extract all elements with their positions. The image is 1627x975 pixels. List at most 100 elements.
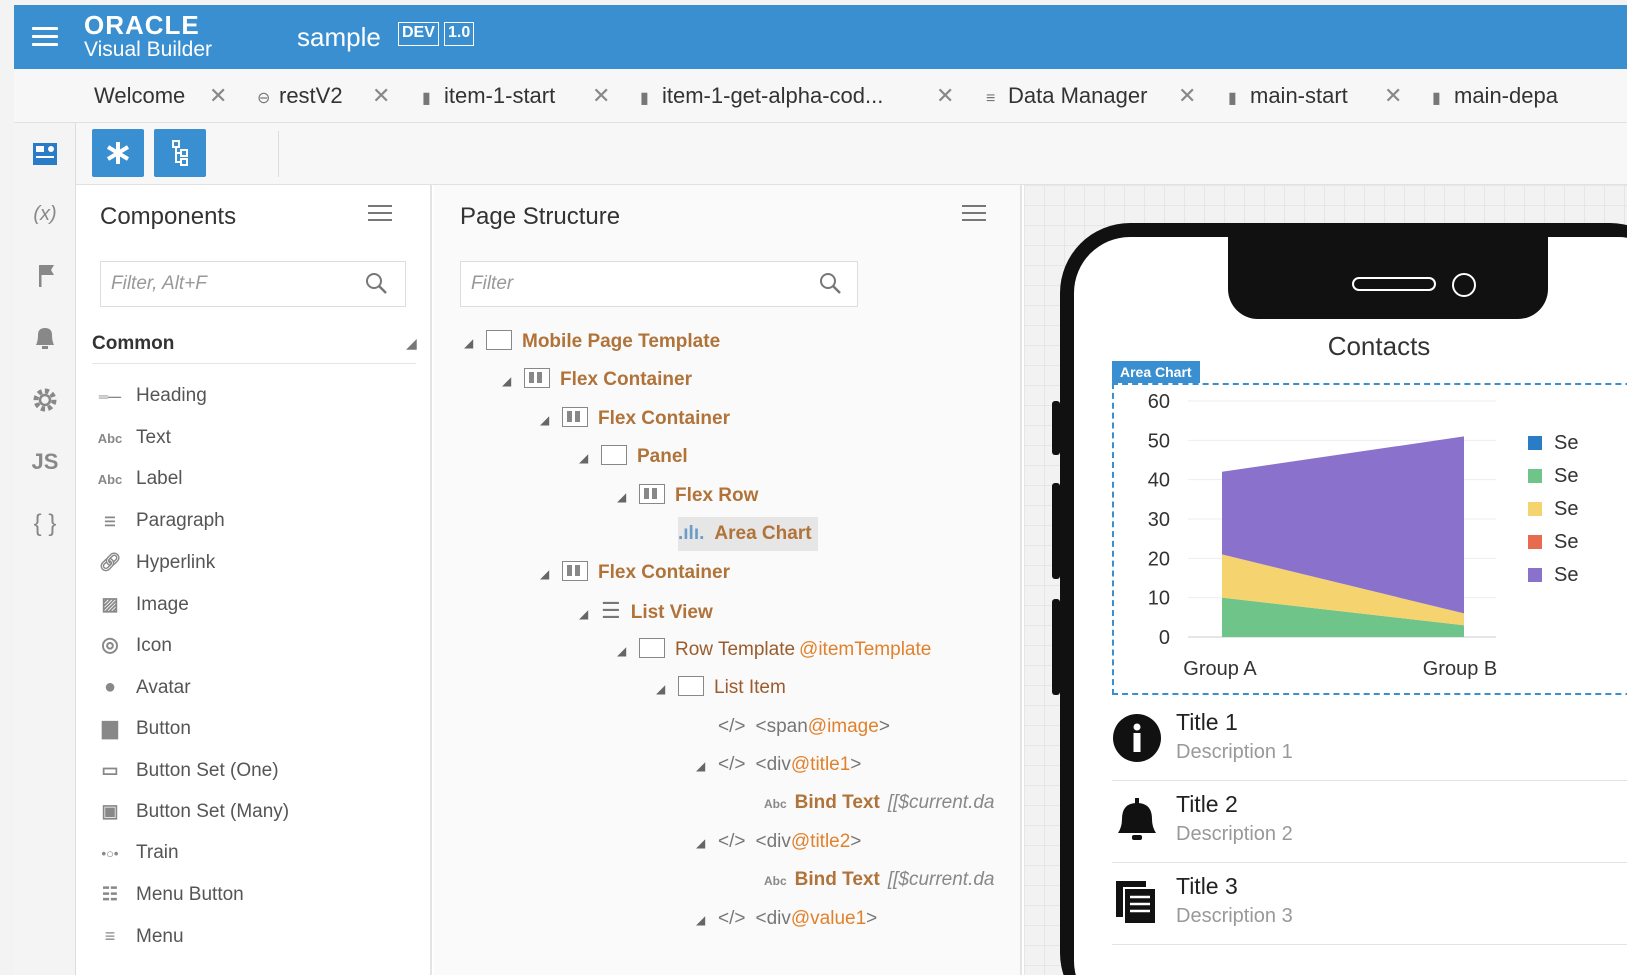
tree-node-bind-text[interactable]: Abc Bind Text [[$current.da <box>764 863 995 897</box>
component-avatar[interactable]: ● Avatar <box>96 672 191 702</box>
tree-node-flex-container[interactable]: ◢ Flex Container <box>540 556 730 590</box>
structure-filter-input[interactable]: Filter <box>460 261 858 307</box>
component-train[interactable]: •○• Train <box>96 838 179 868</box>
y-tick-label: 30 <box>1148 509 1170 531</box>
tree-node-div-value1[interactable]: ◢ </> <div@value1> <box>696 902 877 936</box>
design-canvas[interactable]: Contacts Area Chart 0 10 20 30 40 50 60 Group A… <box>1024 185 1627 975</box>
component-button[interactable]: ▆ Button <box>96 713 191 743</box>
gear-icon[interactable] <box>14 375 76 425</box>
tree-node-mobile-page-template[interactable]: ◢ Mobile Page Template <box>464 325 720 359</box>
tree-node-flex-container[interactable]: ◢ Flex Container <box>502 363 692 397</box>
js-icon[interactable]: JS <box>14 437 76 487</box>
tab-welcome[interactable]: Welcome ✕ <box>94 69 227 123</box>
expand-arrow-icon[interactable]: ◢ <box>696 826 718 860</box>
heading-icon: ═— <box>98 389 122 404</box>
list-item-description: Description 1 <box>1176 741 1293 763</box>
tree-node-span-image[interactable]: </> <span@image> <box>718 710 890 744</box>
tree-node-list-view[interactable]: ◢ ☰ List View <box>579 594 713 628</box>
close-icon[interactable]: ✕ <box>936 69 954 123</box>
legend-swatch <box>1528 535 1542 549</box>
list-item-description: Description 2 <box>1176 823 1293 845</box>
expand-arrow-icon[interactable]: ◢ <box>696 903 718 937</box>
component-icon[interactable]: ◎ Icon <box>96 630 172 660</box>
collapse-triangle-icon[interactable]: ◢ <box>406 335 417 352</box>
link-icon: 🔗︎ <box>98 552 122 572</box>
expand-arrow-icon[interactable]: ◢ <box>540 403 562 437</box>
tab-restv2[interactable]: ⊖ restV2 ✕ <box>257 69 390 123</box>
tab-data-manager[interactable]: ≡ Data Manager ✕ <box>986 69 1196 123</box>
tree-node-div-title2[interactable]: ◢ </> <div@title2> <box>696 825 861 859</box>
structure-toggle-button[interactable] <box>154 129 206 177</box>
phone-notch <box>1228 237 1548 319</box>
component-heading[interactable]: ═— Heading <box>96 381 207 411</box>
expand-arrow-icon[interactable]: ◢ <box>540 557 562 591</box>
tree-node-flex-container[interactable]: ◢ Flex Container <box>540 402 730 436</box>
structure-title: Page Structure <box>460 203 621 230</box>
flag-icon[interactable] <box>14 251 76 301</box>
close-icon[interactable]: ✕ <box>1178 69 1196 123</box>
expand-arrow-icon[interactable]: ◢ <box>502 364 524 398</box>
component-menu[interactable]: ≡ Menu <box>96 921 184 951</box>
component-paragraph[interactable]: ☰ Paragraph <box>96 506 225 536</box>
expand-arrow-icon[interactable]: ◢ <box>617 634 639 668</box>
tree-node-bind-text[interactable]: Abc Bind Text [[$current.da <box>764 786 995 820</box>
search-icon[interactable] <box>818 271 842 295</box>
close-icon[interactable]: ✕ <box>592 69 610 123</box>
tree-node-flex-row[interactable]: ◢ Flex Row <box>617 479 758 513</box>
search-icon[interactable] <box>364 271 388 295</box>
component-label[interactable]: Abc Label <box>96 464 183 494</box>
list-item[interactable]: Title 2 Description 2 V <box>1112 781 1627 863</box>
area-chart[interactable]: 0 10 20 30 40 50 60 Group A Group B Se Se Se Se Se <box>1112 383 1627 695</box>
tab-main-start[interactable]: ▮ main-start ✕ <box>1228 69 1402 123</box>
json-icon[interactable]: { } <box>14 499 76 549</box>
close-icon[interactable]: ✕ <box>209 69 227 123</box>
component-button-set-one[interactable]: ▭ Button Set (One) <box>96 755 278 785</box>
tab-label: main-start <box>1250 83 1348 108</box>
paragraph-icon: ☰ <box>104 514 116 529</box>
x-tick-label: Group B <box>1423 658 1497 680</box>
components-toggle-button[interactable] <box>92 129 144 177</box>
list-item-title: Title 3 <box>1176 873 1238 899</box>
expand-arrow-icon[interactable]: ◢ <box>696 749 718 783</box>
list-item[interactable]: Title 3 Description 3 V <box>1112 863 1627 945</box>
tree-node-list-item[interactable]: ◢ List Item <box>656 671 786 705</box>
tab-label: item-1-get-alpha-cod... <box>662 83 884 108</box>
expand-arrow-icon[interactable]: ◢ <box>464 326 486 360</box>
section-common[interactable]: Common <box>92 333 174 355</box>
hamburger-menu-icon[interactable] <box>32 27 58 47</box>
app-name[interactable]: sample <box>297 22 381 53</box>
components-filter-input[interactable]: Filter, Alt+F <box>100 261 406 307</box>
tree-node-row-template[interactable]: ◢ Row Template @itemTemplate <box>617 633 931 667</box>
top-bar: ORACLE Visual Builder sample DEV 1.0 <box>14 5 1627 69</box>
label-icon: Abc <box>97 472 123 487</box>
component-image[interactable]: ▨ Image <box>96 589 188 619</box>
tree-node-div-title1[interactable]: ◢ </> <div@title1> <box>696 748 861 782</box>
tab-item-1-get-alpha-code[interactable]: ▮ item-1-get-alpha-cod... ✕ <box>640 69 954 123</box>
tab-main-depa[interactable]: ▮ main-depa <box>1432 69 1558 123</box>
legend-swatch <box>1528 436 1542 450</box>
panel-menu-icon[interactable] <box>368 205 392 225</box>
designer-icon[interactable] <box>14 129 76 179</box>
phone-frame: Contacts Area Chart 0 10 20 30 40 50 60 Group A… <box>1052 223 1627 975</box>
tree-node-area-chart[interactable]: .ılı. Area Chart <box>678 517 818 551</box>
close-icon[interactable]: ✕ <box>1384 69 1402 123</box>
component-menu-button[interactable]: ☷ Menu Button <box>96 879 244 909</box>
service-icon: ⊖ <box>257 90 271 107</box>
variables-icon[interactable]: (x) <box>14 189 76 239</box>
expand-arrow-icon[interactable]: ◢ <box>617 480 639 514</box>
expand-arrow-icon[interactable]: ◢ <box>656 672 678 706</box>
close-icon[interactable]: ✕ <box>372 69 390 123</box>
tree-node-panel[interactable]: ◢ Panel <box>579 440 688 474</box>
tab-item-1-start[interactable]: ▮ item-1-start ✕ <box>422 69 610 123</box>
component-hyperlink[interactable]: 🔗︎ Hyperlink <box>96 547 216 577</box>
component-button-set-many[interactable]: ▣ Button Set (Many) <box>96 796 289 826</box>
bell-icon[interactable] <box>14 313 76 363</box>
button-icon: ▆ <box>102 717 118 739</box>
expand-arrow-icon[interactable]: ◢ <box>579 441 601 475</box>
component-text[interactable]: Abc Text <box>96 423 171 453</box>
phone-side-button <box>1052 401 1060 455</box>
expand-arrow-icon[interactable]: ◢ <box>579 597 601 631</box>
panel-menu-icon[interactable] <box>962 205 986 225</box>
list-item[interactable]: Title 1 Description 1 V <box>1112 699 1627 781</box>
code-icon: </> <box>718 754 746 775</box>
